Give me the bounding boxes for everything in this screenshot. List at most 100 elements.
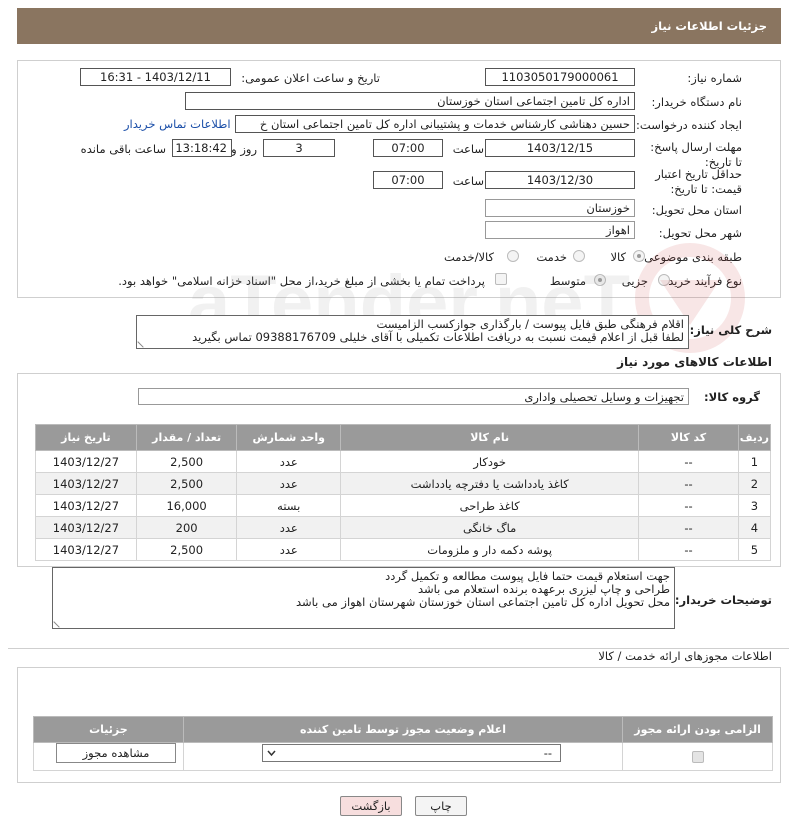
category-radio-service[interactable] (573, 250, 585, 262)
days-label: روز و (231, 142, 257, 156)
need-number-label: شماره نیاز: (687, 71, 742, 85)
treasury-payment-checkbox[interactable] (495, 273, 507, 285)
buyer-label: نام دستگاه خریدار: (651, 95, 742, 109)
purchase-type-label: نوع فرآیند خرید : (660, 274, 742, 288)
col-row-number: ردیف (737, 424, 772, 451)
cell-row-number: 3 (737, 494, 772, 517)
validity-time-label: ساعت (452, 174, 484, 188)
permits-table-header: الزامی بودن ارائه مجوز اعلام وضعیت مجوز … (33, 716, 773, 743)
category-radio-goods[interactable] (633, 250, 645, 262)
purchase-radio-medium[interactable] (594, 274, 606, 286)
category-option-goods: کالا (610, 250, 626, 264)
cell-item-code: -- (638, 538, 739, 561)
cell-item-code: -- (638, 494, 739, 517)
deadline-time-field[interactable]: 07:00 (373, 139, 443, 157)
cell-row-number: 5 (737, 538, 772, 561)
cell-item-name: پوشه دکمه دار و ملزومات (340, 538, 640, 561)
need-number-field[interactable]: 1103050179000061 (485, 68, 635, 86)
table-row[interactable]: 2 -- کاغذ یادداشت یا دفترچه یادداشت عدد … (35, 472, 772, 495)
cell-quantity: 2,500 (135, 538, 238, 561)
days-field[interactable]: 3 (263, 139, 335, 157)
deadline-label: مهلت ارسال پاسخ: تا تاریخ: (650, 140, 742, 169)
cell-quantity: 2,500 (135, 450, 238, 473)
cell-need-date: 1403/12/27 (35, 472, 137, 495)
cell-unit: عدد (236, 516, 342, 539)
view-permit-button[interactable]: مشاهده مجوز (56, 743, 176, 763)
description-label: شرح کلی نیاز: (689, 323, 772, 337)
col-permit-details: جزئیات (33, 716, 184, 743)
col-quantity: تعداد / مقدار (135, 424, 238, 451)
cell-quantity: 16,000 (135, 494, 238, 517)
city-field[interactable]: اهواز (485, 221, 635, 239)
cell-quantity: 200 (135, 516, 238, 539)
cell-need-date: 1403/12/27 (35, 516, 137, 539)
cell-item-name: کاغذ یادداشت یا دفترچه یادداشت (340, 472, 640, 495)
table-row[interactable]: 5 -- پوشه دکمه دار و ملزومات عدد 2,500 1… (35, 538, 772, 561)
cell-item-name: ماگ خانگی (340, 516, 640, 539)
description-textarea[interactable]: اقلام فرهنگی طبق فایل پیوست / بارگذاری ج… (136, 315, 689, 349)
city-label: شهر محل تحویل: (658, 226, 742, 240)
treasury-payment-note: پرداخت تمام یا بخشی از مبلغ خرید،از محل … (118, 274, 485, 288)
cell-row-number: 2 (737, 472, 772, 495)
remaining-time-field[interactable]: 13:18:42 (172, 139, 232, 157)
validity-label: حداقل تاریخ اعتبار قیمت: تا تاریخ: (655, 167, 742, 196)
print-button[interactable]: چاپ (415, 796, 467, 816)
buyer-notes-line-3: محل تحویل اداره کل تامین اجتماعی استان خ… (295, 595, 670, 609)
cell-need-date: 1403/12/27 (35, 494, 137, 517)
table-row[interactable]: 1 -- خودکار عدد 2,500 1403/12/27 (35, 450, 772, 473)
cell-need-date: 1403/12/27 (35, 450, 137, 473)
col-permit-status: اعلام وضعیت مجوز توسط تامین کننده (182, 716, 624, 743)
cell-item-code: -- (638, 450, 739, 473)
buyer-contact-link[interactable]: اطلاعات تماس خریدار (124, 117, 231, 131)
permit-status-select[interactable]: -- (262, 744, 561, 762)
permit-required-checkbox[interactable] (691, 751, 704, 763)
cell-row-number: 1 (737, 450, 772, 473)
validity-time-field[interactable]: 07:00 (373, 171, 443, 189)
permit-required-cell (622, 742, 773, 771)
table-row[interactable]: 4 -- ماگ خانگی عدد 200 1403/12/27 (35, 516, 772, 539)
purchase-option-minor: جزیی (621, 274, 648, 288)
buyer-field[interactable]: اداره کل تامین اجتماعی استان خوزستان (185, 92, 635, 110)
goods-table-header: ردیف کد کالا نام کالا واحد شمارش تعداد /… (35, 424, 772, 451)
col-item-name: نام کالا (340, 424, 640, 451)
buyer-notes-label: توضیحات خریدار: (674, 593, 772, 607)
purchase-option-medium: متوسط (549, 274, 586, 288)
province-field[interactable]: خوزستان (485, 199, 635, 217)
category-option-service: خدمت (536, 250, 567, 264)
announce-label: تاریخ و ساعت اعلان عمومی: (241, 71, 380, 85)
col-unit: واحد شمارش (236, 424, 342, 451)
deadline-time-label: ساعت (452, 142, 484, 156)
category-radio-goods-service[interactable] (507, 250, 519, 262)
permit-status-value: -- (543, 746, 552, 760)
goods-section-title: اطلاعات کالاهای مورد نیاز (617, 355, 772, 369)
category-label: طبقه بندی موضوعی: (640, 250, 742, 264)
cell-item-name: کاغذ طراحی (340, 494, 640, 517)
col-permit-required: الزامی بودن ارائه مجوز (622, 716, 773, 743)
deadline-date-field[interactable]: 1403/12/15 (485, 139, 635, 157)
page-header: جزئیات اطلاعات نیاز (17, 8, 781, 44)
col-need-date: تاریخ نیاز (35, 424, 137, 451)
goods-group-field[interactable]: تجهیزات و وسایل تحصیلی واداری (138, 388, 689, 405)
buyer-notes-textarea[interactable]: جهت استعلام قیمت حتما فایل پیوست مطالعه … (52, 567, 675, 629)
cell-row-number: 4 (737, 516, 772, 539)
cell-need-date: 1403/12/27 (35, 538, 137, 561)
cell-quantity: 2,500 (135, 472, 238, 495)
creator-field[interactable]: حسین دهناشی کارشناس خدمات و پشتیبانی ادا… (235, 115, 635, 133)
chevron-down-icon (267, 750, 276, 757)
page-title: جزئیات اطلاعات نیاز (651, 19, 767, 33)
goods-table: ردیف کد کالا نام کالا واحد شمارش تعداد /… (35, 424, 772, 561)
resize-grip-icon[interactable] (53, 616, 65, 628)
table-row[interactable]: 3 -- کاغذ طراحی بسته 16,000 1403/12/27 (35, 494, 772, 517)
cell-item-code: -- (638, 472, 739, 495)
goods-group-label: گروه کالا: (704, 390, 760, 404)
remaining-label: ساعت باقی مانده (80, 142, 166, 156)
back-button[interactable]: بازگشت (340, 796, 402, 816)
cell-item-name: خودکار (340, 450, 640, 473)
category-option-goods-service: کالا/خدمت (443, 250, 494, 264)
permits-section-title: اطلاعات مجوزهای ارائه خدمت / کالا (598, 649, 772, 663)
announce-datetime-field[interactable]: 1403/12/11 - 16:31 (80, 68, 231, 86)
purchase-radio-minor[interactable] (658, 274, 670, 286)
cell-unit: بسته (236, 494, 342, 517)
province-label: استان محل تحویل: (651, 203, 742, 217)
validity-date-field[interactable]: 1403/12/30 (485, 171, 635, 189)
